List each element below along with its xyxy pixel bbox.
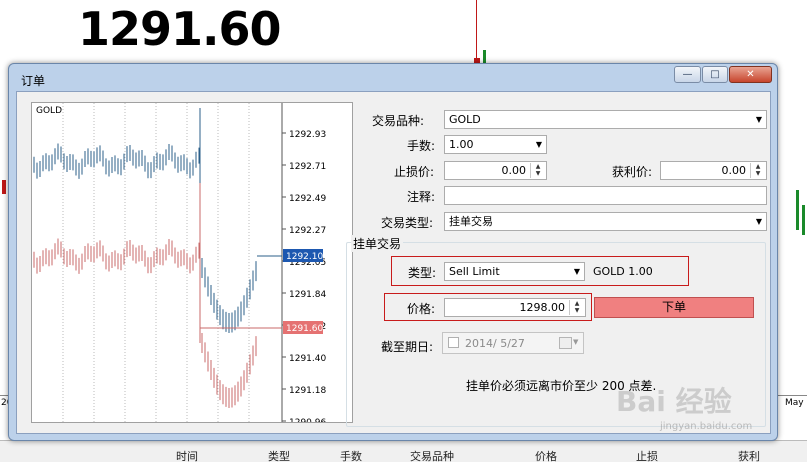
column-header-stop-loss[interactable]: 止损: [636, 448, 658, 464]
volume-select-value: 1.00: [449, 138, 474, 151]
stop-loss-label: 止损价:: [394, 165, 435, 179]
price-tick-label: 1290.96: [289, 418, 326, 422]
background-candle: [2, 180, 6, 194]
bid-price-label: 1292.10: [286, 252, 323, 262]
chevron-down-icon: ▼: [535, 140, 542, 149]
column-header-take-profit[interactable]: 获利: [738, 448, 760, 464]
pending-type-label: 类型:: [408, 266, 437, 280]
watermark-url: jingyan.baidu.com: [660, 421, 753, 432]
calendar-icon: [559, 337, 572, 349]
price-tick-label: 1291.18: [289, 386, 326, 396]
take-profit-value: 0.00: [721, 164, 747, 177]
big-price-display: 1291.60: [78, 2, 282, 56]
order-type-select[interactable]: 挂单交易 ▼: [444, 212, 767, 231]
watermark-logo: Bai 经验: [616, 385, 732, 418]
stop-loss-value: 0.00: [501, 164, 527, 177]
minimize-button[interactable]: —: [674, 66, 701, 83]
column-header-time[interactable]: 时间: [176, 448, 198, 464]
volume-label: 手数:: [407, 139, 436, 153]
symbol-select-value: GOLD: [449, 113, 481, 126]
tick-chart-canvas: 1292.931292.711292.491292.271292.051291.…: [33, 103, 326, 422]
comment-label: 注释:: [407, 190, 436, 204]
pending-price-label: 价格:: [407, 302, 436, 316]
stop-loss-stepper[interactable]: ▲ ▼: [530, 163, 545, 178]
price-tick-label: 1292.93: [289, 130, 326, 140]
column-header-volume[interactable]: 手数: [340, 448, 362, 464]
maximize-button[interactable]: □: [702, 66, 728, 83]
chevron-down-icon: ▼: [573, 267, 580, 276]
column-header-type[interactable]: 类型: [268, 448, 290, 464]
price-tick-label: 1292.49: [289, 194, 326, 204]
pending-type-value: Sell Limit: [449, 265, 500, 278]
pending-type-info: GOLD 1.00: [593, 265, 653, 278]
pending-price-stepper[interactable]: ▲ ▼: [569, 300, 584, 315]
terminal-column-header: 时间 类型 手数 交易品种 价格 止损 获利: [0, 440, 807, 464]
chevron-down-icon: ▼: [755, 115, 762, 124]
pending-order-title: 挂单交易: [351, 235, 404, 252]
tick-chart-symbol: GOLD: [36, 106, 63, 116]
volume-select[interactable]: 1.00 ▼: [444, 135, 547, 154]
price-tick-label: 1292.71: [289, 162, 326, 172]
take-profit-stepper[interactable]: ▲ ▼: [750, 163, 765, 178]
dialog-titlebar[interactable]: 订单 — □ ✕: [9, 64, 777, 91]
order-type-value: 挂单交易: [449, 215, 493, 228]
ask-price-label: 1291.60: [286, 324, 323, 334]
order-type-label: 交易类型:: [381, 216, 434, 230]
take-profit-label: 获利价:: [612, 165, 653, 179]
stop-loss-input[interactable]: 0.00 ▲ ▼: [444, 161, 547, 180]
axis-label-right: May: [785, 398, 804, 408]
chevron-down-icon: ▼: [573, 338, 579, 346]
expiry-date-value: 2014/ 5/27: [465, 337, 525, 350]
symbol-select[interactable]: GOLD ▼: [444, 110, 767, 129]
background-candle: [796, 190, 799, 230]
expiry-date-picker[interactable]: 2014/ 5/27 ▼: [442, 332, 584, 354]
price-tick-label: 1291.40: [289, 354, 326, 364]
background-candle: [802, 205, 805, 235]
column-header-price[interactable]: 价格: [535, 448, 557, 464]
place-order-button[interactable]: 下单: [594, 297, 754, 318]
close-button[interactable]: ✕: [729, 66, 772, 83]
price-tick-label: 1292.27: [289, 226, 326, 236]
pending-price-input[interactable]: 1298.00 ▲ ▼: [444, 298, 586, 317]
dialog-title: 订单: [21, 74, 46, 88]
symbol-label: 交易品种:: [372, 114, 425, 128]
comment-input[interactable]: [444, 186, 767, 205]
expiry-label: 截至期日:: [381, 340, 434, 354]
expiry-checkbox[interactable]: [448, 337, 459, 348]
price-tick-label: 1291.84: [289, 290, 326, 300]
take-profit-input[interactable]: 0.00 ▲ ▼: [660, 161, 767, 180]
tick-chart: 1292.93 1292.71 1292.49 1292.27 1292.05 1291.…: [31, 102, 353, 423]
chevron-down-icon: ▼: [755, 217, 762, 226]
pending-price-value: 1298.00: [519, 301, 566, 314]
column-header-symbol[interactable]: 交易品种: [410, 448, 454, 464]
pending-type-select[interactable]: Sell Limit ▼: [444, 262, 585, 281]
